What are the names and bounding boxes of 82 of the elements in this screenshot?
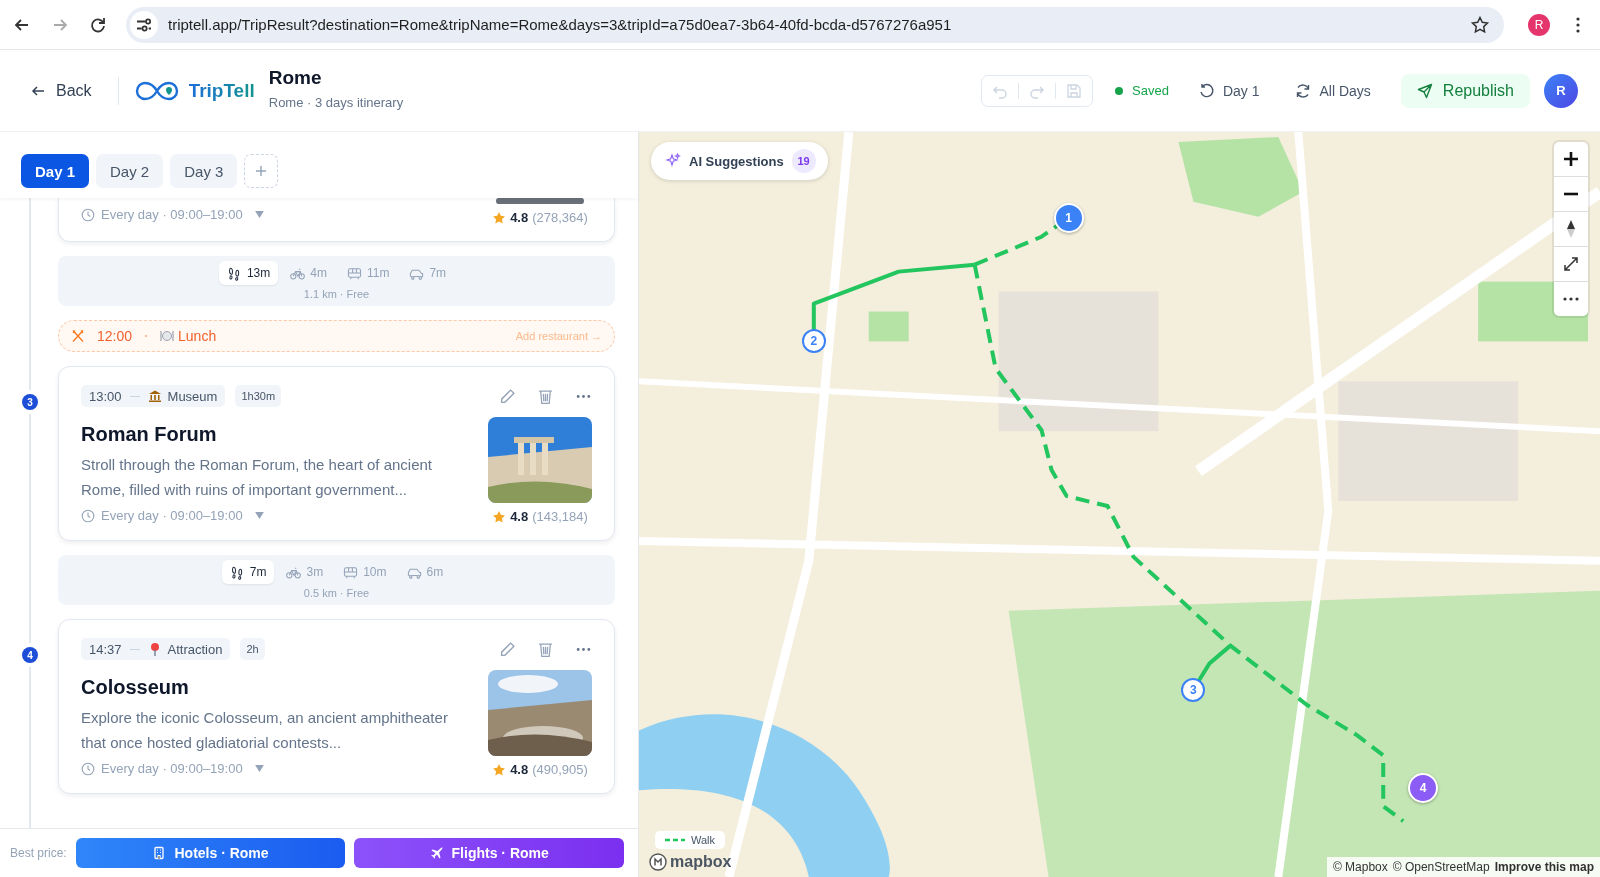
bookmark-star-icon[interactable]: [1470, 14, 1490, 35]
logo-icon: [134, 79, 179, 102]
day-tab[interactable]: Day 2: [96, 154, 164, 188]
address-bar[interactable]: triptell.app/TripResult?destination=Rome&tripName=Rome&days=3&tripId=a75d0ea7-3b64-40fd-bcda-d5767276a951: [126, 6, 1504, 43]
route-summary: 0.5 km · Free: [303, 587, 370, 599]
route-summary: 1.1 km · Free: [303, 288, 370, 300]
star-icon: [492, 509, 507, 524]
edit-icon[interactable]: [499, 387, 516, 405]
clock-icon: [81, 508, 95, 523]
day-tab[interactable]: Day 3: [170, 154, 238, 188]
mapbox-logo-icon: [649, 853, 667, 871]
airplane-icon: [429, 846, 444, 860]
site-settings-icon[interactable]: [130, 10, 158, 39]
attribution-link[interactable]: © Mapbox: [1332, 860, 1388, 874]
hotels-button[interactable]: Hotels · Rome: [75, 838, 346, 868]
opening-hours: Every day · 09:00–19:00: [101, 508, 243, 523]
rating-value: 4.8: [510, 210, 529, 225]
place-card[interactable]: 13:00 Museum 1h30m Roman Forum Stroll through the Roman Forum, the heart of ancient Rome, filled with ruins of important government... Every day · 09:00–19:00 4.8 (143,184): [58, 366, 615, 541]
profile-avatar[interactable]: R: [1528, 13, 1550, 36]
legend-label: Walk: [691, 834, 716, 846]
meal-time: 12:00: [97, 328, 133, 344]
attribution-link[interactable]: Improve this map: [1494, 860, 1594, 874]
utensils-icon: [71, 329, 85, 343]
stop-number: 4: [22, 647, 38, 663]
add-day-button[interactable]: [244, 154, 279, 188]
save-icon[interactable]: [1066, 82, 1083, 99]
review-count: (490,905): [532, 762, 588, 777]
dropdown-caret-icon[interactable]: [254, 765, 264, 772]
place-description: Stroll through the Roman Forum, the heart of ancient Rome, filled with ruins of important government...: [81, 455, 434, 500]
clock-icon: [81, 207, 95, 222]
meal-label: Lunch: [178, 328, 217, 344]
star-icon: [492, 762, 507, 777]
day-tab[interactable]: Day 1: [21, 154, 90, 188]
back-button[interactable]: Back: [24, 75, 98, 106]
place-name: Roman Forum: [81, 423, 218, 446]
review-count: (143,184): [532, 509, 588, 524]
send-icon: [1416, 82, 1433, 99]
review-count: (278,364): [532, 210, 588, 225]
footprints-icon: [226, 265, 242, 281]
place-name: Colosseum: [81, 676, 190, 699]
dropdown-caret-icon[interactable]: [254, 211, 264, 218]
star-icon: [492, 210, 507, 225]
museum-icon: [147, 389, 162, 403]
transport-mode-option[interactable]: 7m: [221, 560, 275, 584]
opening-hours: Every day · 09:00–19:00: [101, 761, 243, 776]
place-card[interactable]: 14:37 Attraction 2h Colosseum Explore the iconic Colosseum, an ancient amphitheater that once hosted gladiatorial contests... Every day · 09:00–19:00 4.8 (490,905): [58, 619, 615, 794]
opening-hours: Every day · 09:00–19:00: [101, 207, 243, 222]
place-description: Explore the iconic Colosseum, an ancient amphitheater that once hosted gladiatorial contests...: [81, 708, 449, 753]
dashed-line-icon: [665, 838, 685, 842]
plate-icon: [160, 329, 175, 343]
refresh-icon: [1295, 82, 1312, 99]
duration-tag: 2h: [240, 638, 265, 660]
edit-icon[interactable]: [499, 640, 516, 658]
sparkle-icon: [665, 153, 681, 169]
ai-suggestions-button[interactable]: AI Suggestions 19: [651, 142, 828, 180]
place-card[interactable]: Every day · 09:00–19:00 4.8 (278,364): [58, 198, 615, 242]
bus-icon: [346, 265, 362, 281]
transport-mode-option[interactable]: 13m: [218, 261, 279, 285]
republish-button[interactable]: Republish: [1400, 73, 1530, 108]
building-icon: [152, 846, 167, 860]
stop-number: 3: [22, 394, 38, 410]
bus-icon: [343, 564, 359, 580]
saved-status: Saved: [1115, 83, 1169, 98]
trip-subtitle: Rome · 3 days itinerary: [268, 95, 404, 110]
time-category-tag: 13:00 Museum: [81, 385, 226, 407]
mapbox-logo[interactable]: mapbox: [670, 853, 732, 871]
duration-tag: 1h30m: [235, 385, 282, 407]
attribution-link[interactable]: © OpenStreetMap: [1392, 860, 1490, 874]
trip-title: Rome: [268, 67, 323, 89]
clock-icon: [81, 761, 95, 776]
best-price-label: Best price:: [10, 846, 67, 860]
time-category-tag: 14:37 Attraction: [81, 638, 231, 660]
history-icon: [1198, 82, 1215, 99]
dropdown-caret-icon[interactable]: [254, 512, 264, 519]
user-avatar[interactable]: R: [1544, 73, 1578, 108]
rating-value: 4.8: [510, 762, 529, 777]
footprints-icon: [229, 564, 245, 580]
rating-value: 4.8: [510, 509, 529, 524]
flights-button[interactable]: Flights · Rome: [354, 838, 624, 868]
all-days-button[interactable]: All Days: [1289, 81, 1377, 100]
plus-icon: [254, 164, 269, 178]
day-history-button[interactable]: Day 1: [1192, 81, 1266, 100]
